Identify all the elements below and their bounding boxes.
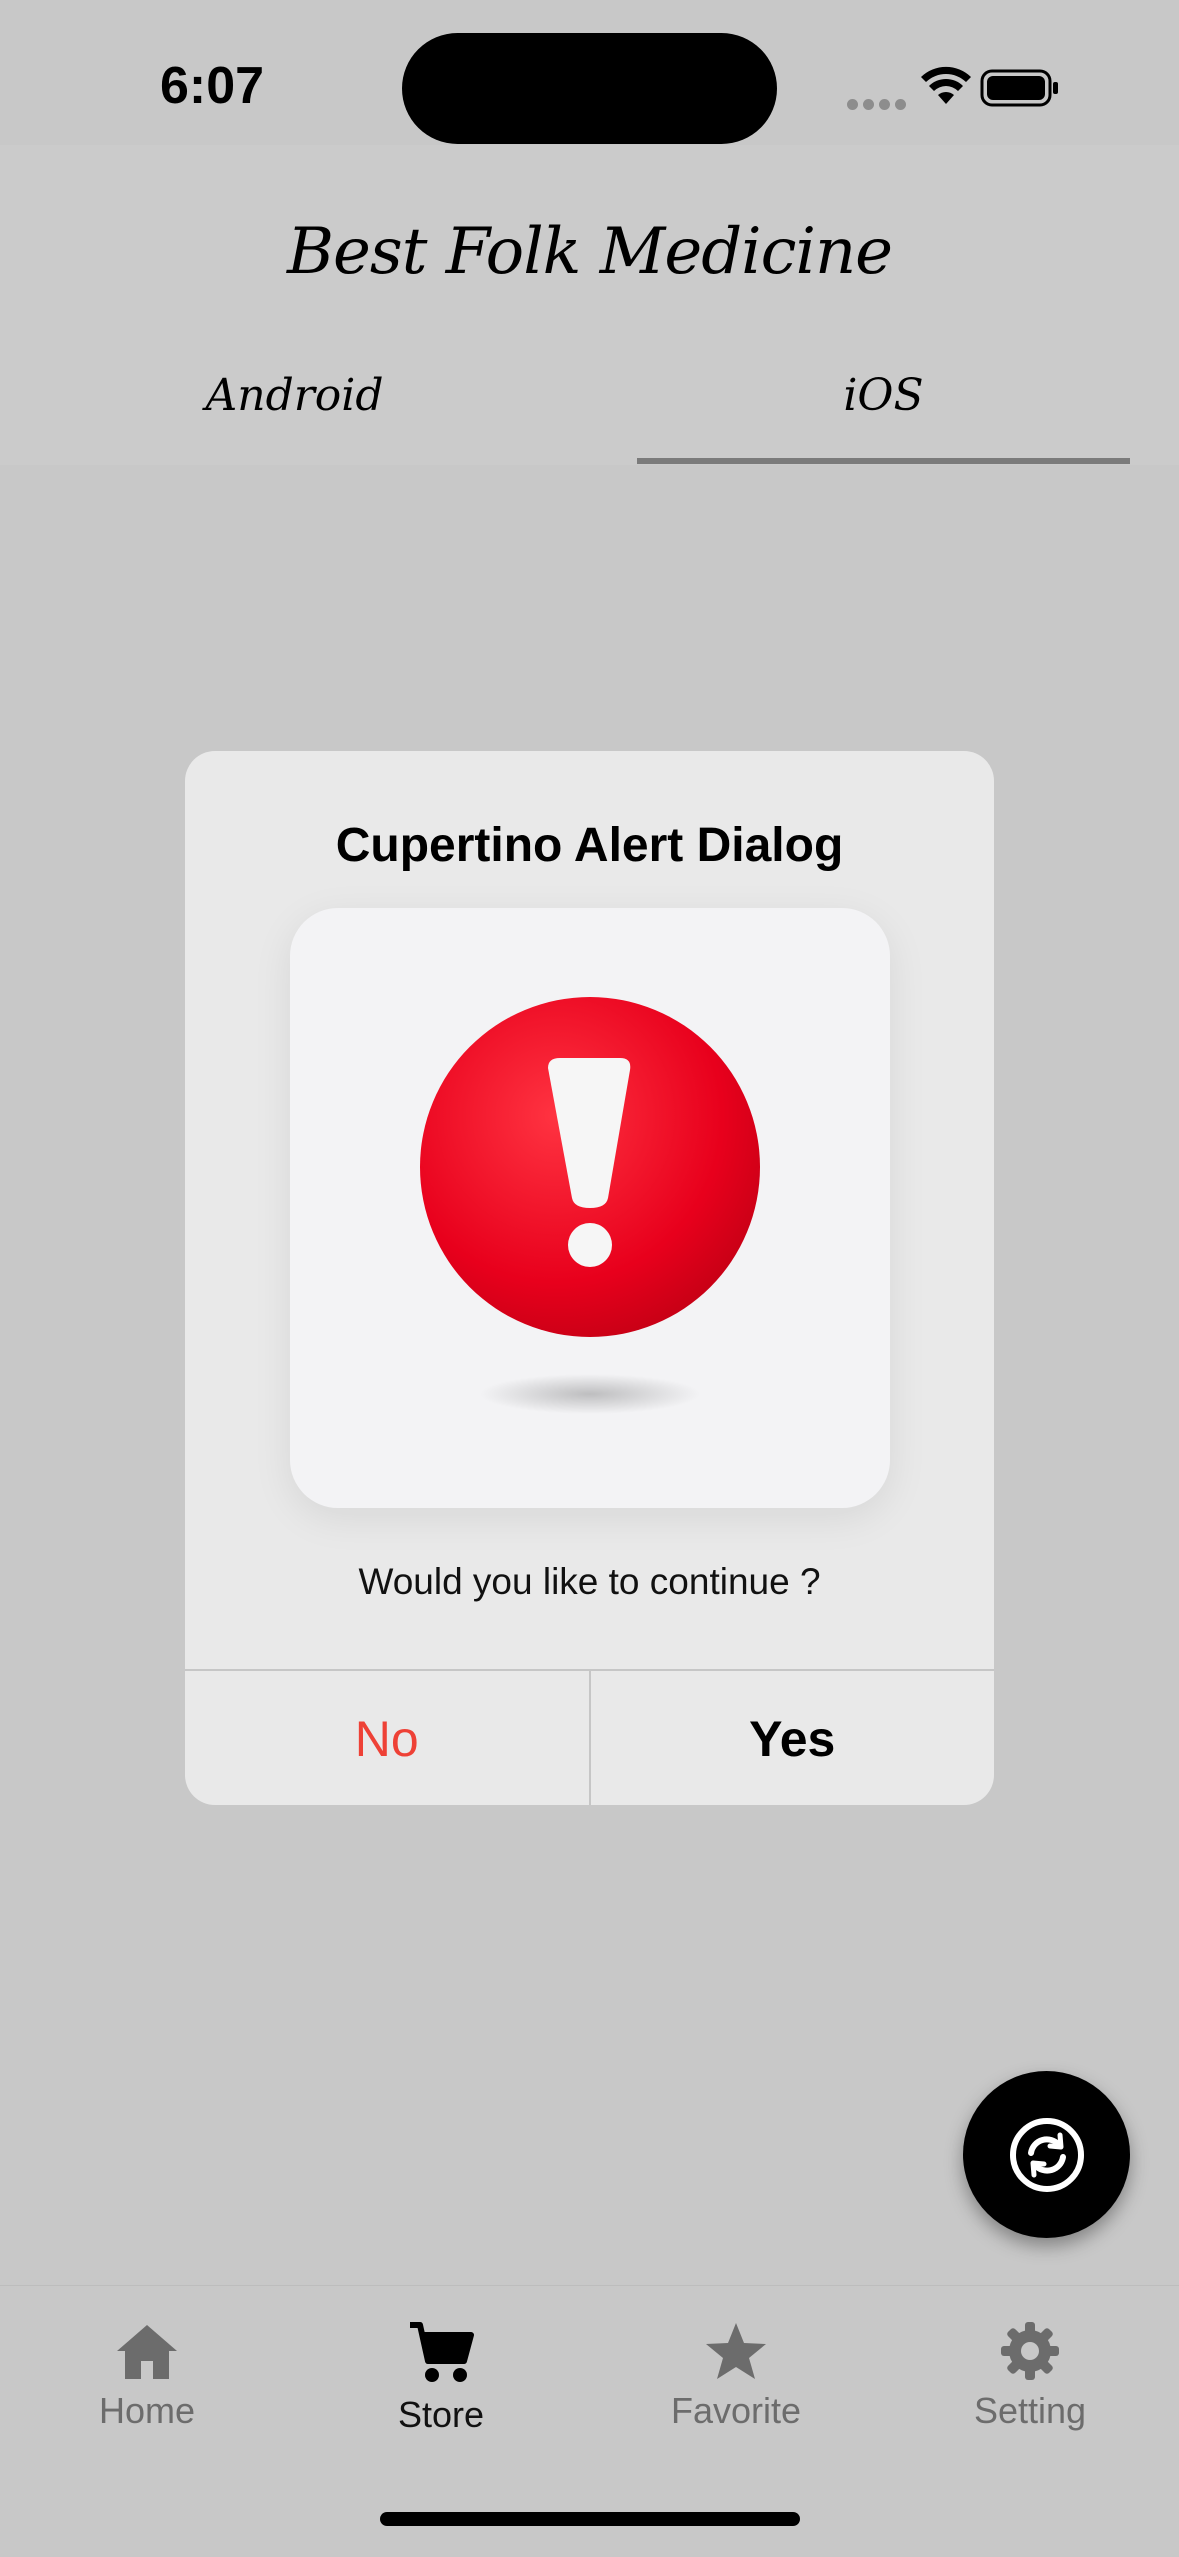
dialog-actions: No Yes	[185, 1669, 994, 1805]
home-indicator	[380, 2512, 800, 2526]
nav-label-setting: Setting	[973, 2390, 1087, 2431]
alert-image-card	[290, 908, 890, 1508]
warning-exclamation-icon	[420, 997, 760, 1414]
nav-item-favorite[interactable]: Favorite	[589, 2321, 883, 2432]
app-header: Best Folk Medicine Android iOS	[0, 145, 1179, 465]
wifi-icon	[921, 66, 971, 104]
battery-icon	[980, 69, 1058, 107]
refresh-sync-icon	[1009, 2117, 1084, 2192]
tab-indicator	[637, 458, 1130, 464]
app-title: Best Folk Medicine	[286, 215, 893, 289]
status-time: 6:07	[160, 57, 265, 115]
tab-android[interactable]: Android	[0, 370, 589, 421]
nav-label-store: Store	[397, 2394, 485, 2435]
no-button[interactable]: No	[185, 1671, 591, 1805]
home-icon	[117, 2325, 177, 2379]
nav-label-favorite: Favorite	[670, 2390, 802, 2431]
cupertino-alert-dialog: Cupertino Alert Dialog Would you like to…	[185, 751, 994, 1805]
dialog-title: Cupertino Alert Dialog	[335, 819, 844, 872]
nav-item-home[interactable]: Home	[0, 2321, 294, 2432]
dynamic-island	[402, 33, 777, 144]
nav-item-store[interactable]: Store	[294, 2321, 588, 2436]
tab-ios[interactable]: iOS	[589, 370, 1178, 421]
yes-button[interactable]: Yes	[591, 1671, 995, 1805]
cellular-signal-icon	[847, 97, 911, 115]
gear-icon	[1001, 2322, 1059, 2380]
star-icon	[706, 2323, 766, 2379]
refresh-fab-button[interactable]	[963, 2071, 1130, 2238]
dialog-message: Would you like to continue ?	[358, 1561, 821, 1602]
nav-label-home: Home	[98, 2390, 196, 2431]
nav-item-setting[interactable]: Setting	[883, 2321, 1177, 2432]
cart-icon	[410, 2322, 474, 2382]
